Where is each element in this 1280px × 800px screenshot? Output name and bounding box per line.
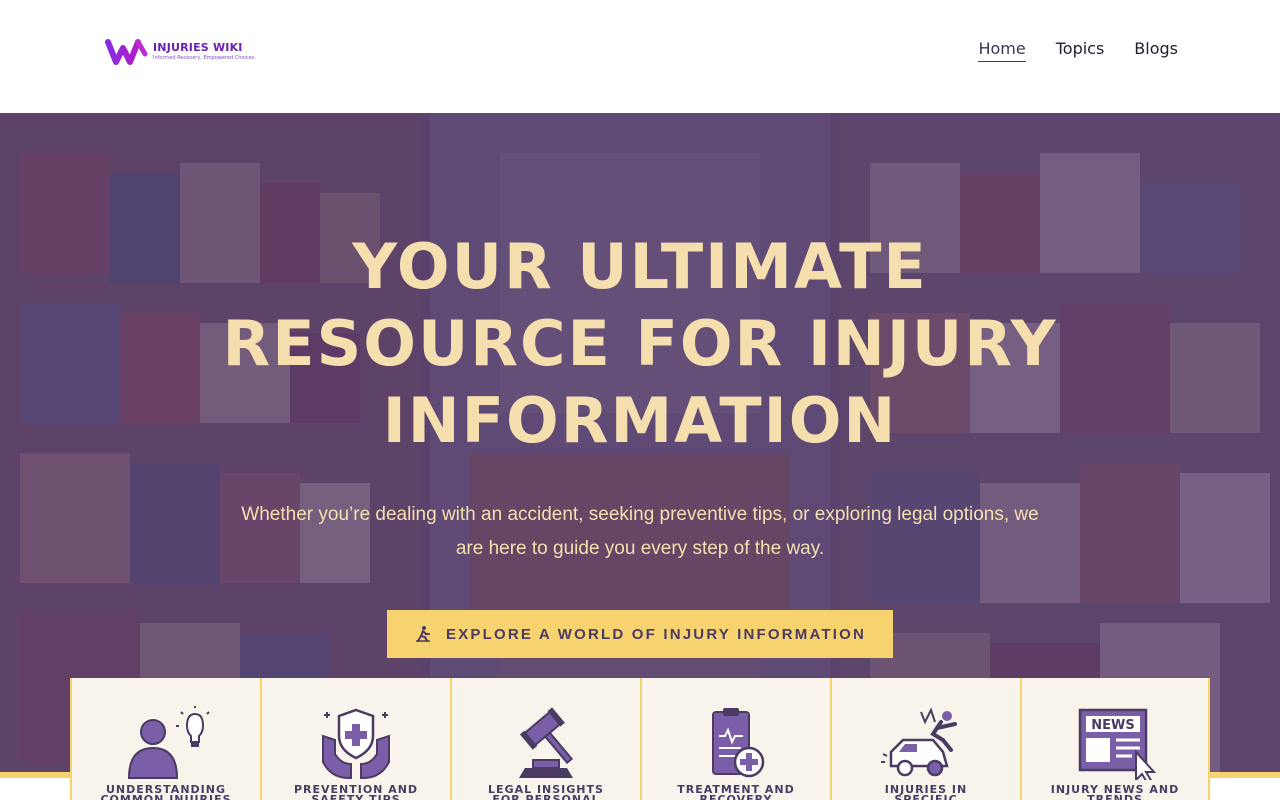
nav-home-link[interactable]: Home xyxy=(978,39,1026,62)
card-title: UNDERSTANDING COMMON INJURIES xyxy=(100,783,232,800)
card-title: PREVENTION AND SAFETY TIPS xyxy=(293,783,419,800)
explore-button[interactable]: EXPLORE A WORLD OF INJURY INFORMATION xyxy=(387,610,893,658)
hero-subtitle: Whether you’re dealing with an accident,… xyxy=(241,504,1039,559)
car-accident-icon xyxy=(881,707,957,777)
medical-clipboard-icon xyxy=(712,708,765,778)
card-title: INJURY NEWS AND TRENDS xyxy=(1050,783,1180,800)
svg-text:NEWS: NEWS xyxy=(1091,718,1134,733)
card-news-trends[interactable]: NEWS INJURY NEWS AND TRENDS xyxy=(1020,678,1210,800)
main-nav: Home Topics Blogs xyxy=(978,39,1178,62)
logo-name: INJURIES WIKI xyxy=(153,41,243,54)
gavel-icon xyxy=(519,707,574,778)
site-header: INJURIES WIKI Informed Recovery, Empower… xyxy=(0,0,1280,113)
explore-button-label: EXPLORE A WORLD OF INJURY INFORMATION xyxy=(445,625,866,643)
nav-blogs-link[interactable]: Blogs xyxy=(1134,39,1178,62)
person-lightbulb-icon xyxy=(127,706,211,779)
card-title: INJURIES IN SPECIFIC CONTEXTS xyxy=(884,783,968,800)
shield-hands-icon xyxy=(322,708,390,779)
site-logo[interactable]: INJURIES WIKI Informed Recovery, Empower… xyxy=(105,36,256,66)
news-icon: NEWS xyxy=(1078,708,1157,780)
card-title: LEGAL INSIGHTS FOR PERSONAL INJURY xyxy=(488,783,604,800)
hero-title: YOUR ULTIMATE RESOURCE FOR INJURY INFORM… xyxy=(222,230,1058,457)
nav-topics-link[interactable]: Topics xyxy=(1056,39,1105,62)
logo-w-icon xyxy=(105,39,148,65)
card-treatment-recovery[interactable]: TREATMENT AND RECOVERY xyxy=(640,678,830,800)
card-prevention-safety[interactable]: PREVENTION AND SAFETY TIPS xyxy=(260,678,450,800)
card-title: TREATMENT AND RECOVERY xyxy=(677,783,795,800)
logo-tagline: Informed Recovery, Empowered Choices. xyxy=(153,55,256,61)
category-cards: UNDERSTANDING COMMON INJURIES PREVENTION… xyxy=(70,678,1210,800)
card-understanding-injuries[interactable]: UNDERSTANDING COMMON INJURIES xyxy=(70,678,260,800)
card-legal-insights[interactable]: LEGAL INSIGHTS FOR PERSONAL INJURY xyxy=(450,678,640,800)
hiking-icon xyxy=(415,626,430,642)
card-specific-contexts[interactable]: INJURIES IN SPECIFIC CONTEXTS xyxy=(830,678,1020,800)
